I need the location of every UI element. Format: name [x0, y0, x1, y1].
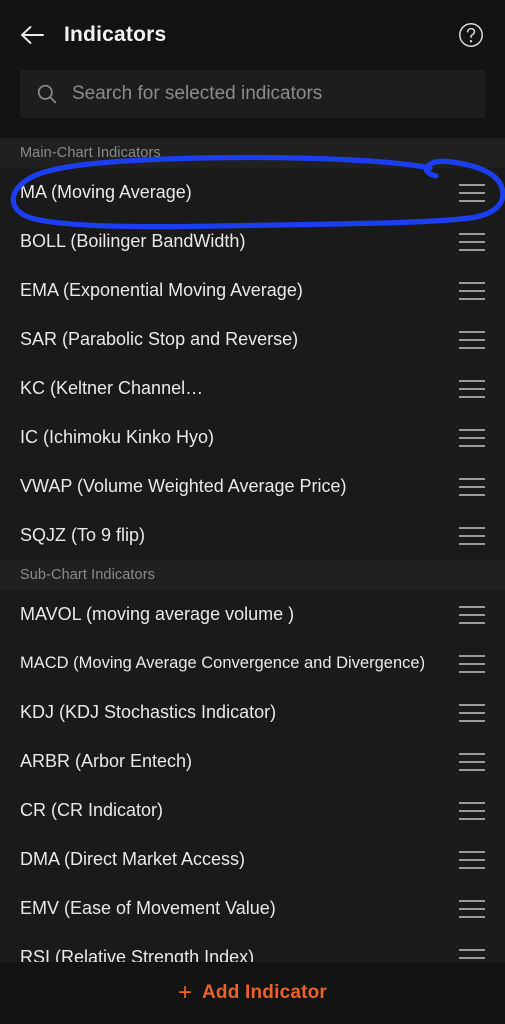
section-header: Main-Chart Indicators [0, 138, 505, 168]
indicator-row[interactable]: IC (Ichimoku Kinko Hyo) [0, 413, 505, 462]
indicator-label: KDJ (KDJ Stochastics Indicator) [20, 702, 277, 722]
drag-handle-icon[interactable] [459, 232, 485, 251]
indicator-label: SQJZ (To 9 flip) [20, 525, 146, 545]
indicator-label: MAVOL (moving average volume ) [20, 604, 295, 624]
indicator-label: RSI (Relative Strength Index) [20, 947, 255, 962]
indicator-row[interactable]: SAR (Parabolic Stop and Reverse) [0, 315, 505, 364]
indicator-row[interactable]: VWAP (Volume Weighted Average Price) [0, 462, 505, 511]
indicator-row[interactable]: EMV (Ease of Movement Value) [0, 884, 505, 933]
back-arrow-icon[interactable] [18, 20, 48, 50]
indicator-label: MA (Moving Average) [20, 182, 192, 202]
drag-handle-icon[interactable] [459, 850, 485, 869]
add-indicator-button[interactable]: + Add Indicator [0, 962, 505, 1024]
add-indicator-label: Add Indicator [201, 982, 328, 1003]
drag-handle-icon[interactable] [459, 281, 485, 300]
app-header: Indicators [0, 0, 505, 70]
indicator-row[interactable]: ARBR (Arbor Entech) [0, 737, 505, 786]
indicator-label: DMA (Direct Market Access) [20, 849, 246, 869]
page-title: Indicators [64, 23, 167, 46]
drag-handle-icon[interactable] [459, 703, 485, 722]
drag-handle-icon[interactable] [459, 801, 485, 820]
drag-handle-icon[interactable] [459, 477, 485, 496]
section-header: Sub-Chart Indicators [0, 560, 505, 590]
indicator-row[interactable]: CR (CR Indicator) [0, 786, 505, 835]
drag-handle-icon[interactable] [459, 752, 485, 771]
indicator-row[interactable]: BOLL (Boilinger BandWidth) [0, 217, 505, 266]
section-rows: MAVOL (moving average volume ) MACD (Movi… [0, 590, 505, 962]
indicator-row[interactable]: SQJZ (To 9 flip) [0, 511, 505, 560]
indicator-row[interactable]: KC (Keltner Channel… [0, 364, 505, 413]
drag-handle-icon[interactable] [459, 605, 485, 624]
drag-handle-icon[interactable] [459, 899, 485, 918]
indicator-label: IC (Ichimoku Kinko Hyo) [20, 427, 215, 447]
search-section [0, 70, 505, 122]
indicator-label: BOLL (Boilinger BandWidth) [20, 231, 246, 251]
indicator-label: ARBR (Arbor Entech) [20, 751, 193, 771]
indicator-row[interactable]: KDJ (KDJ Stochastics Indicator) [0, 688, 505, 737]
search-box[interactable] [20, 70, 485, 118]
drag-handle-icon[interactable] [459, 428, 485, 447]
indicator-row[interactable]: EMA (Exponential Moving Average) [0, 266, 505, 315]
indicator-label: SAR (Parabolic Stop and Reverse) [20, 329, 299, 349]
indicator-row[interactable]: MAVOL (moving average volume ) [0, 590, 505, 639]
indicator-row[interactable]: RSI (Relative Strength Index) [0, 933, 505, 962]
indicator-row[interactable]: MA (Moving Average) [0, 168, 505, 217]
indicator-label: VWAP (Volume Weighted Average Price) [20, 476, 347, 496]
drag-handle-icon[interactable] [459, 330, 485, 349]
indicator-label: KC (Keltner Channel… [20, 378, 204, 398]
drag-handle-icon[interactable] [459, 654, 485, 673]
drag-handle-icon[interactable] [459, 948, 485, 963]
indicator-label: MACD (Moving Average Convergence and Div… [20, 654, 426, 672]
indicator-row[interactable]: MACD (Moving Average Convergence and Div… [0, 639, 505, 688]
section-rows: MA (Moving Average) BOLL (Boilinger BandW… [0, 168, 505, 560]
indicator-row[interactable]: DMA (Direct Market Access) [0, 835, 505, 884]
indicator-label: CR (CR Indicator) [20, 800, 164, 820]
indicators-screen: Indicators Main-Chart IndicatorsMA (Movi… [0, 0, 505, 1024]
help-circle-icon[interactable] [457, 21, 485, 49]
indicator-label: EMA (Exponential Moving Average) [20, 280, 303, 300]
plus-icon: + [177, 979, 192, 1006]
indicator-label: EMV (Ease of Movement Value) [20, 898, 276, 918]
drag-handle-icon[interactable] [459, 183, 485, 202]
search-icon [36, 83, 58, 105]
search-input[interactable] [72, 83, 469, 105]
indicator-list[interactable]: Main-Chart Indicators MA (Moving Average)… [0, 138, 505, 962]
drag-handle-icon[interactable] [459, 526, 485, 545]
drag-handle-icon[interactable] [459, 379, 485, 398]
